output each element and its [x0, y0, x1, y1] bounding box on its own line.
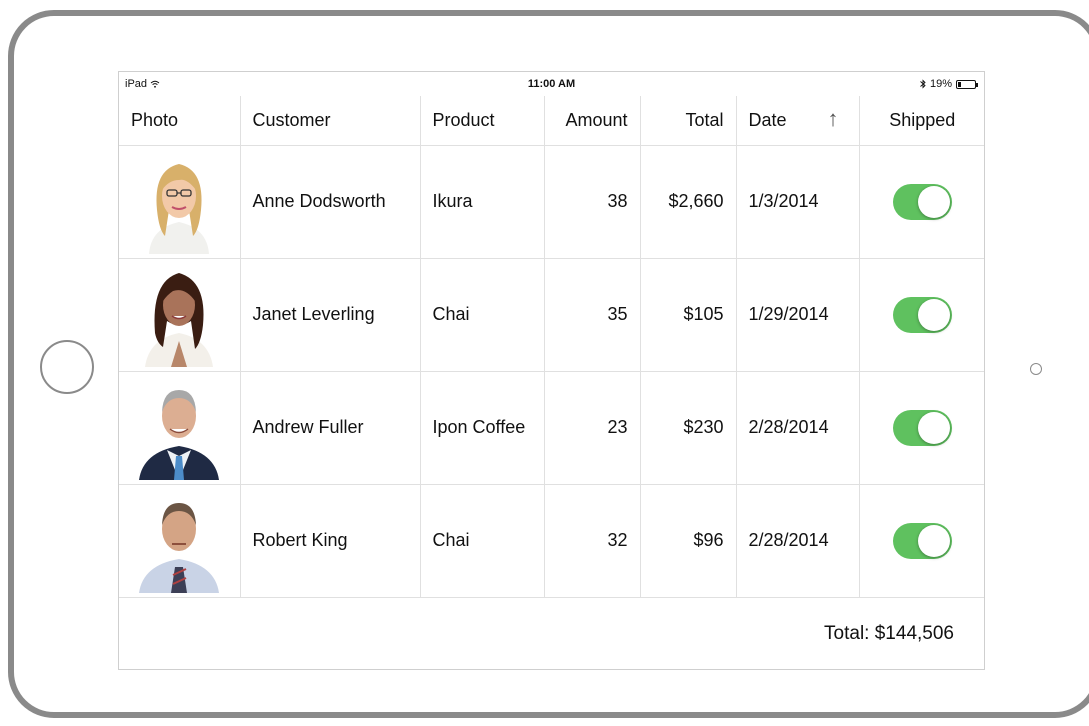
column-header-total[interactable]: Total: [639, 96, 737, 146]
photo-cell: [119, 370, 241, 485]
date-cell: 2/28/2014: [735, 370, 860, 485]
customer-cell: Andrew Fuller: [239, 370, 421, 485]
photo-cell: [119, 257, 241, 372]
orders-grid: Photo Customer Product Amount Total Date…: [119, 96, 984, 598]
shipped-toggle[interactable]: [892, 409, 952, 446]
shipped-toggle[interactable]: [892, 183, 952, 220]
table-row[interactable]: Anne Dodsworth Ikura 38 $2,660 1/3/2014: [119, 144, 984, 259]
total-cell: $2,660: [639, 144, 737, 259]
status-right: 19%: [920, 78, 978, 90]
home-button[interactable]: [40, 340, 94, 394]
header-row: Photo Customer Product Amount Total Date…: [119, 96, 984, 146]
total-cell: $105: [639, 257, 737, 372]
shipped-toggle[interactable]: [892, 296, 952, 333]
camera-icon: [1030, 363, 1042, 375]
app-screen: iPad 11:00 AM 19% Photo Customer Product…: [118, 71, 985, 670]
sort-ascending-icon: ↑: [827, 106, 839, 131]
product-cell: Ipon Coffee: [419, 370, 545, 485]
customer-cell: Anne Dodsworth: [239, 144, 421, 259]
amount-cell: 23: [543, 370, 641, 485]
status-time: 11:00 AM: [527, 78, 576, 90]
table-row[interactable]: Andrew Fuller Ipon Coffee 23 $230 2/28/2…: [119, 370, 984, 485]
table-row[interactable]: Janet Leverling Chai 35 $105 1/29/2014: [119, 257, 984, 372]
battery-percent: 19%: [929, 78, 952, 90]
shipped-toggle[interactable]: [892, 522, 952, 559]
product-cell: Ikura: [419, 144, 545, 259]
column-header-product[interactable]: Product: [419, 96, 545, 146]
customer-photo: [149, 163, 210, 254]
date-cell: 1/3/2014: [735, 144, 860, 259]
customer-photo: [139, 389, 220, 480]
shipped-cell: [858, 257, 984, 372]
customer-cell: Robert King: [239, 483, 421, 598]
column-header-amount[interactable]: Amount: [543, 96, 641, 146]
customer-photo: [139, 502, 220, 593]
photo-cell: [119, 483, 241, 598]
column-header-shipped[interactable]: Shipped: [858, 96, 984, 146]
customer-cell: Janet Leverling: [239, 257, 421, 372]
toggle-knob: [917, 524, 950, 557]
amount-cell: 35: [543, 257, 641, 372]
date-header-label: Date: [748, 109, 787, 130]
total-cell: $96: [639, 483, 737, 598]
date-cell: 1/29/2014: [735, 257, 860, 372]
shipped-cell: [858, 370, 984, 485]
bluetooth-icon: [920, 79, 926, 89]
customer-photo: [145, 272, 214, 367]
product-cell: Chai: [419, 483, 545, 598]
product-cell: Chai: [419, 257, 545, 372]
toggle-knob: [917, 411, 950, 444]
photo-cell: [119, 144, 241, 259]
amount-cell: 38: [543, 144, 641, 259]
shipped-cell: [858, 144, 984, 259]
column-header-photo[interactable]: Photo: [119, 96, 241, 146]
amount-cell: 32: [543, 483, 641, 598]
footer-total: Total: $144,506: [824, 623, 954, 644]
total-cell: $230: [639, 370, 737, 485]
date-cell: 2/28/2014: [735, 483, 860, 598]
toggle-knob: [917, 185, 950, 218]
shipped-cell: [858, 483, 984, 598]
table-row[interactable]: Robert King Chai 32 $96 2/28/2014: [119, 483, 984, 598]
column-header-customer[interactable]: Customer: [239, 96, 421, 146]
battery-icon: [956, 79, 978, 89]
toggle-knob: [917, 298, 950, 331]
grid-footer: Total: $144,506: [119, 597, 984, 669]
column-header-date[interactable]: Date ↑: [735, 96, 860, 146]
status-bar: iPad 11:00 AM 19%: [119, 72, 984, 96]
